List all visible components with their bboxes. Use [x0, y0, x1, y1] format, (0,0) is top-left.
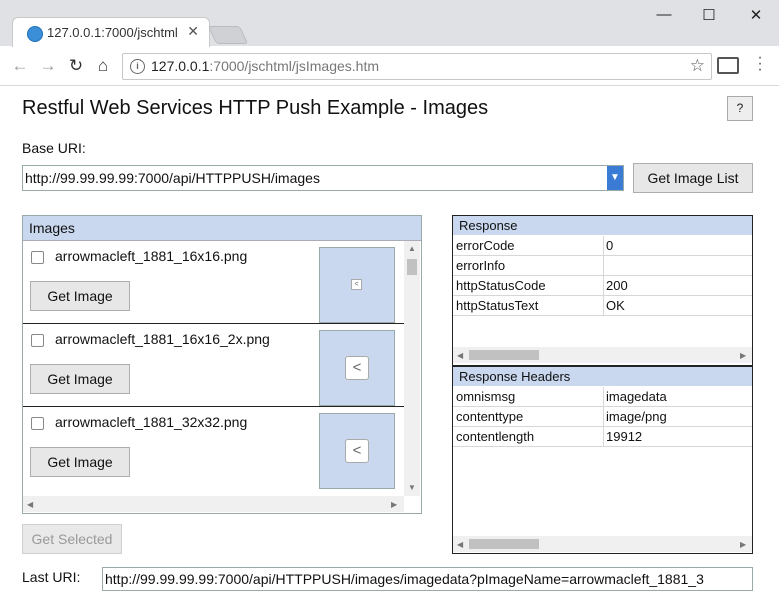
arrow-left-icon: <	[351, 279, 362, 290]
response-horizontal-scrollbar[interactable]: ◀ ▶	[453, 347, 752, 363]
bookmark-star-icon[interactable]: ☆	[690, 56, 705, 76]
base-uri-label: Base URI:	[22, 140, 86, 156]
table-row: omnismsg imagedata	[453, 387, 752, 407]
browser-toolbar: ← → ↻ ⌂ i 127.0.0.1:7000/jschtml/jsImage…	[0, 47, 779, 86]
header-value: image/png	[606, 409, 667, 424]
tab-close-icon[interactable]: ✕	[187, 23, 199, 40]
image-row: arrowmacleft_1881_32x32.png Get Image <	[23, 407, 404, 489]
response-value: 200	[606, 278, 628, 293]
reload-icon[interactable]: ↻	[65, 56, 87, 76]
address-url: 127.0.0.1:7000/jschtml/jsImages.htm	[151, 58, 380, 74]
arrow-left-icon: <	[345, 439, 369, 463]
image-thumbnail: <	[319, 247, 395, 323]
response-key: errorCode	[456, 238, 515, 253]
image-row: arrowmacleft_1881_16x16_2x.png Get Image…	[23, 324, 404, 407]
base-uri-combo[interactable]: http://99.99.99.99:7000/api/HTTPPUSH/ima…	[22, 165, 624, 191]
response-key: httpStatusText	[456, 298, 539, 313]
scroll-left-icon[interactable]: ◀	[457, 540, 463, 549]
scroll-right-icon[interactable]: ▶	[740, 540, 746, 549]
table-row: errorCode 0	[453, 236, 752, 256]
dropdown-arrow-icon[interactable]: ▼	[607, 166, 623, 190]
globe-icon	[27, 26, 43, 42]
image-filename: arrowmacleft_1881_16x16.png	[55, 248, 248, 264]
response-grid: Response errorCode 0 errorInfo httpStatu…	[452, 215, 753, 366]
get-selected-button[interactable]: Get Selected	[22, 524, 122, 554]
images-vertical-scrollbar[interactable]: ▲ ▼	[404, 241, 420, 496]
response-key: errorInfo	[456, 258, 506, 273]
header-value: imagedata	[606, 389, 667, 404]
table-row: httpStatusCode 200	[453, 276, 752, 296]
get-image-list-button[interactable]: Get Image List	[633, 163, 753, 193]
images-panel: Images arrowmacleft_1881_16x16.png Get I…	[22, 215, 422, 514]
minimize-button[interactable]: —	[649, 6, 679, 23]
tab-title: 127.0.0.1:7000/jschtml/js	[47, 25, 177, 40]
table-row: httpStatusText OK	[453, 296, 752, 316]
image-checkbox[interactable]	[31, 334, 44, 347]
menu-icon[interactable]: · · ·	[753, 50, 767, 78]
browser-tab[interactable]: 127.0.0.1:7000/jschtml/js ✕	[12, 17, 210, 48]
header-key: contentlength	[456, 429, 535, 444]
scrollbar-thumb[interactable]	[407, 259, 417, 275]
response-value: 0	[606, 238, 614, 253]
arrow-left-icon: <	[345, 356, 369, 380]
get-image-button[interactable]: Get Image	[30, 447, 130, 477]
response-key: httpStatusCode	[456, 278, 546, 293]
last-uri-field[interactable]: http://99.99.99.99:7000/api/HTTPPUSH/ima…	[102, 567, 753, 591]
back-icon[interactable]: ←	[9, 56, 31, 76]
header-key: contenttype	[456, 409, 524, 424]
response-header: Response	[453, 216, 752, 235]
response-headers-grid: Response Headers omnismsg imagedata cont…	[452, 366, 753, 554]
image-row: arrowmacleft_1881_16x16.png Get Image <	[23, 241, 404, 324]
help-button[interactable]: ?	[727, 96, 753, 121]
images-panel-header: Images	[23, 216, 421, 241]
image-thumbnail: <	[319, 330, 395, 406]
page-title: Restful Web Services HTTP Push Example -…	[22, 97, 489, 119]
scrollbar-thumb[interactable]	[469, 350, 539, 360]
images-horizontal-scrollbar[interactable]: ◀ ▶	[23, 496, 404, 512]
table-row: errorInfo	[453, 256, 752, 276]
scrollbar-thumb[interactable]	[469, 539, 539, 549]
image-thumbnail: <	[319, 413, 395, 489]
scroll-up-icon[interactable]: ▲	[408, 244, 416, 253]
maximize-button[interactable]: ☐	[694, 6, 724, 24]
scroll-left-icon[interactable]: ◀	[457, 351, 463, 360]
last-uri-label: Last URI:	[22, 569, 81, 585]
last-uri-value: http://99.99.99.99:7000/api/HTTPPUSH/ima…	[105, 571, 704, 587]
header-key: omnismsg	[456, 389, 516, 404]
address-bar[interactable]: i 127.0.0.1:7000/jschtml/jsImages.htm ☆	[122, 53, 712, 80]
scroll-right-icon[interactable]: ▶	[740, 351, 746, 360]
headers-horizontal-scrollbar[interactable]: ◀ ▶	[453, 536, 752, 552]
response-value: OK	[606, 298, 625, 313]
image-filename: arrowmacleft_1881_32x32.png	[55, 414, 248, 430]
scroll-left-icon[interactable]: ◀	[27, 500, 33, 509]
forward-icon[interactable]: →	[37, 56, 59, 76]
image-checkbox[interactable]	[31, 251, 44, 264]
base-uri-value: http://99.99.99.99:7000/api/HTTPPUSH/ima…	[25, 170, 320, 186]
image-checkbox[interactable]	[31, 417, 44, 430]
home-icon[interactable]: ⌂	[92, 56, 114, 76]
response-headers-header: Response Headers	[453, 367, 752, 386]
scroll-right-icon[interactable]: ▶	[391, 500, 397, 509]
get-image-button[interactable]: Get Image	[30, 364, 130, 394]
cast-icon[interactable]	[717, 57, 739, 74]
close-window-button[interactable]: ✕	[741, 6, 771, 24]
table-row: contenttype image/png	[453, 407, 752, 427]
scroll-down-icon[interactable]: ▼	[408, 483, 416, 492]
table-row: contentlength 19912	[453, 427, 752, 447]
info-icon[interactable]: i	[130, 59, 145, 74]
new-tab-button[interactable]	[207, 26, 249, 44]
image-filename: arrowmacleft_1881_16x16_2x.png	[55, 331, 270, 347]
browser-tab-strip: 127.0.0.1:7000/jschtml/js ✕ — ☐ ✕	[0, 0, 779, 48]
header-value: 19912	[606, 429, 643, 444]
get-image-button[interactable]: Get Image	[30, 281, 130, 311]
